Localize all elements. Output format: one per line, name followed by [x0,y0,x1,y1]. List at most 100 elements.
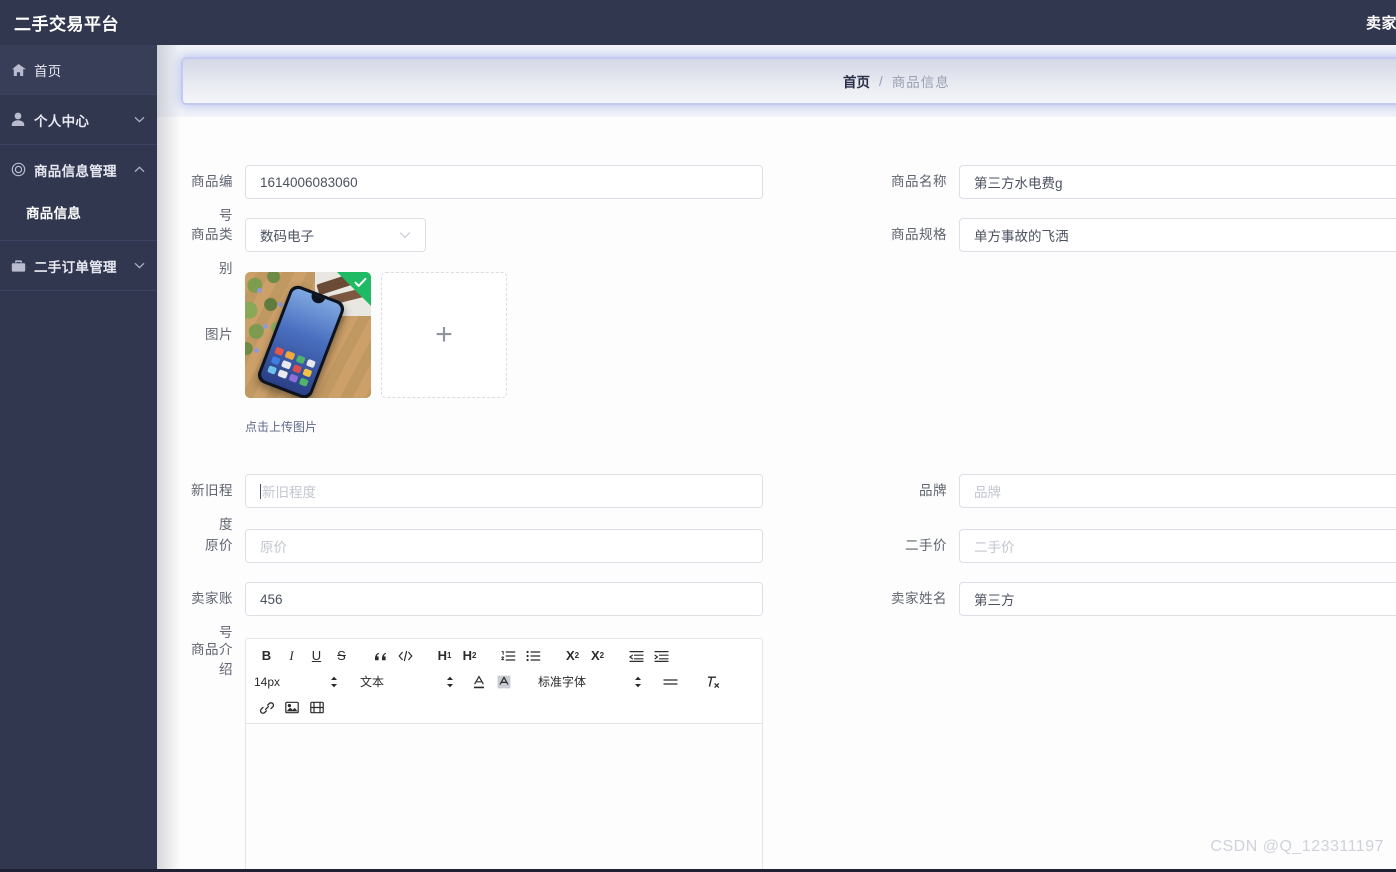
condition-input[interactable]: 新旧程度 [245,474,763,508]
brand-title-text: 二手交易平台 [14,15,119,34]
image-uploader: + 点击上传图片 [245,272,507,435]
field-row-spec: 商品规格 单方事故的飞洒 [879,218,1396,252]
font-color-icon[interactable] [466,672,491,691]
flower-dot [257,288,262,293]
subscript-icon[interactable]: X2 [560,646,585,665]
clear-format-icon[interactable] [701,672,726,691]
original-price-placeholder: 原价 [260,540,287,555]
upload-image-link[interactable]: 点击上传图片 [245,418,507,435]
font-family-value: 标准字体 [538,675,587,689]
heading-1-icon[interactable]: H1 [432,646,457,665]
briefcase-icon [8,257,28,275]
flower-dot [263,324,268,329]
indent-icon[interactable] [649,646,674,665]
main-content: 首页 / 商品信息 商品编号 1614006083060 商品名称 第三方水电费… [157,45,1396,872]
breadcrumb-home[interactable]: 首页 [843,71,870,91]
editor-toolbar-row-1: B I U S H1 H 2 X 2 X 2 [254,646,754,665]
category-value: 数码电子 [260,229,314,244]
image-icon[interactable] [279,698,304,717]
underline-icon[interactable]: U [304,646,329,665]
chevron-updown-icon [446,676,454,688]
phone-app-grid [267,346,316,387]
editor-toolbar: B I U S H1 H 2 X 2 X 2 14px 文本 标准字体 [246,639,762,724]
seller-name-input[interactable]: 第三方 [959,582,1396,616]
bold-icon[interactable]: B [254,646,279,665]
flower-dot [278,302,283,307]
field-row-description: 商品介绍 B I U S H 1 H 2 X 2 X 2 14px 文本 标准字… [181,638,763,872]
align-icon[interactable] [658,672,683,691]
italic-icon[interactable]: I [279,646,304,665]
app-root: 卖家 二手交易平台 首页 个人中心 商品信息管理 商品信息 二手订单管理 首页 … [0,0,1396,872]
font-family-select[interactable]: 标准字体 [538,673,642,690]
plus-icon: + [435,318,453,351]
image-thumbnail[interactable] [245,272,371,398]
seller-account-input[interactable]: 456 [245,582,763,616]
spec-input[interactable]: 单方事故的飞洒 [959,218,1396,252]
unordered-list-icon[interactable] [521,646,546,665]
chevron-down-icon[interactable] [399,231,411,239]
background-color-icon[interactable] [491,672,516,691]
topbar-user-menu[interactable]: 卖家 [1366,0,1396,45]
product-name-label: 商品名称 [891,174,947,189]
home-icon [8,61,28,79]
field-row-seller-name: 卖家姓名 第三方 [879,582,1396,616]
original-price-input[interactable]: 原价 [245,529,763,563]
video-icon[interactable] [304,698,329,717]
code-icon[interactable] [393,646,418,665]
editor-content-area[interactable] [246,724,762,872]
original-price-label: 原价 [205,538,233,553]
sidebar-item-product-management[interactable]: 商品信息管理 [0,145,157,194]
spec-value: 单方事故的飞洒 [974,229,1069,244]
top-bar: 卖家 [0,0,1396,45]
superscript-icon[interactable]: X2 [585,646,610,665]
category-select[interactable]: 数码电子 [245,218,426,252]
font-size-select[interactable]: 14px [254,675,338,689]
chevron-down-icon[interactable] [133,114,145,126]
add-image-button[interactable]: + [381,272,507,398]
product-name-value: 第三方水电费g [974,176,1063,191]
sidebar-item-profile[interactable]: 个人中心 [0,95,157,144]
product-form: 商品编号 1614006083060 商品名称 第三方水电费g 商品类别 数码电… [157,117,1396,872]
brand-input[interactable]: 品牌 [959,474,1396,508]
rich-text-editor: B I U S H1 H 2 X 2 X 2 14px 文本 标准字体 [245,638,763,872]
description-label: 商品介绍 [191,642,233,677]
product-no-input[interactable]: 1614006083060 [245,165,763,199]
product-name-input[interactable]: 第三方水电费g [959,165,1396,199]
breadcrumb: 首页 / 商品信息 [181,57,1396,105]
brand-placeholder: 品牌 [974,485,1001,500]
chevron-up-icon[interactable] [133,164,145,176]
font-size-value: 14px [254,674,281,689]
chevron-updown-icon [330,676,338,688]
check-icon [353,275,368,290]
images-label: 图片 [205,327,233,342]
text-style-select[interactable]: 文本 [360,673,454,690]
breadcrumb-separator: / [879,73,883,89]
user-icon [8,111,28,129]
flower-dot [254,348,259,353]
sidebar-submenu-product: 商品信息 [0,194,157,240]
second-price-input[interactable]: 二手价 [959,529,1396,563]
sidebar-group-order: 二手订单管理 [0,241,157,291]
ordered-list-icon[interactable] [496,646,521,665]
sidebar-item-product-management-label: 商品信息管理 [34,163,117,179]
sidebar-item-order-management[interactable]: 二手订单管理 [0,241,157,290]
chevron-updown-icon [634,676,642,688]
strikethrough-icon[interactable]: S [329,646,354,665]
link-icon[interactable] [254,698,279,717]
chevron-down-icon[interactable] [133,260,145,272]
second-price-label: 二手价 [905,538,947,553]
sidebar: 二手交易平台 首页 个人中心 商品信息管理 商品信息 二手订单管理 [0,0,157,872]
editor-toolbar-row-2: 14px 文本 标准字体 [254,672,754,691]
sidebar-group-product: 商品信息管理 商品信息 [0,145,157,241]
breadcrumb-current: 商品信息 [891,75,950,90]
product-no-value: 1614006083060 [260,174,358,190]
field-row-second-price: 二手价 二手价 [879,529,1396,563]
spec-label: 商品规格 [891,227,947,242]
sidebar-item-product-info[interactable]: 商品信息 [0,194,157,230]
sidebar-item-home[interactable]: 首页 [0,45,157,94]
outdent-icon[interactable] [624,646,649,665]
sidebar-item-profile-label: 个人中心 [34,113,90,129]
sidebar-item-order-management-label: 二手订单管理 [34,259,117,275]
blockquote-icon[interactable] [368,646,393,665]
heading-2-icon[interactable]: H2 [457,646,482,665]
